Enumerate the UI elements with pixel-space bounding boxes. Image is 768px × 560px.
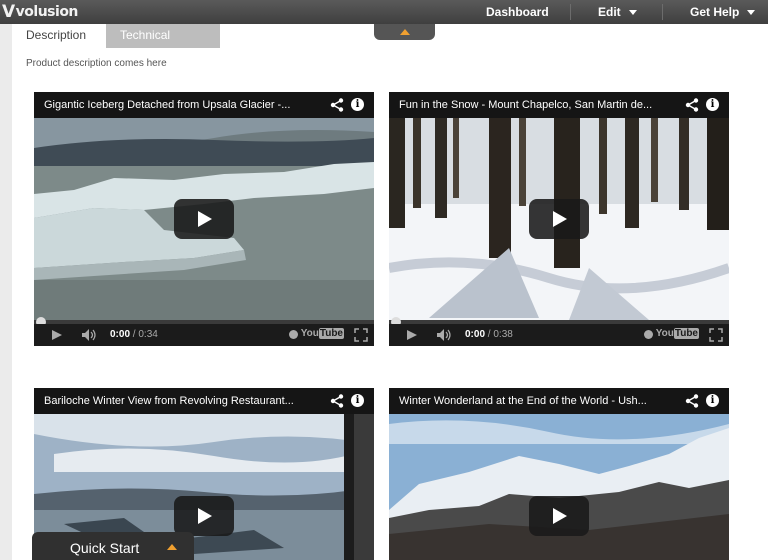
product-description: Product description comes here: [26, 58, 167, 69]
volume-icon[interactable]: [82, 329, 98, 341]
info-icon[interactable]: i: [351, 394, 364, 407]
video-title-bar: Winter Wonderland at the End of the Worl…: [389, 388, 729, 414]
video-player[interactable]: Gigantic Iceberg Detached from Upsala Gl…: [34, 92, 374, 346]
info-icon[interactable]: i: [706, 98, 719, 111]
share-icon[interactable]: [330, 98, 344, 112]
play-icon[interactable]: [52, 330, 62, 340]
fullscreen-icon[interactable]: [354, 328, 368, 342]
play-icon[interactable]: [529, 199, 589, 239]
play-icon[interactable]: [174, 496, 234, 536]
video-frame[interactable]: [389, 118, 729, 320]
volume-icon[interactable]: [437, 329, 453, 341]
video-frame[interactable]: [34, 118, 374, 320]
nav-dashboard[interactable]: Dashboard: [486, 0, 549, 24]
watch-later-icon[interactable]: [289, 330, 298, 339]
tab-description[interactable]: Description: [12, 24, 106, 48]
product-tabs: Description Technical Specs: [12, 24, 220, 64]
duration: / 0:38: [487, 329, 513, 340]
video-title[interactable]: Fun in the Snow - Mount Chapelco, San Ma…: [399, 92, 652, 118]
share-icon[interactable]: [685, 98, 699, 112]
video-player[interactable]: Fun in the Snow - Mount Chapelco, San Ma…: [389, 92, 729, 346]
video-player[interactable]: Winter Wonderland at the End of the Worl…: [389, 388, 729, 560]
toggle-header-tab[interactable]: [374, 24, 435, 40]
youtube-logo[interactable]: YouTube: [656, 328, 699, 339]
nav-divider: [570, 4, 571, 20]
play-icon[interactable]: [529, 496, 589, 536]
youtube-tube: Tube: [318, 328, 344, 339]
info-icon[interactable]: i: [706, 394, 719, 407]
v-logo-icon: V: [2, 2, 15, 22]
video-title-bar: Fun in the Snow - Mount Chapelco, San Ma…: [389, 92, 729, 118]
fullscreen-icon[interactable]: [709, 328, 723, 342]
caret-up-icon: [400, 29, 410, 35]
play-icon[interactable]: [174, 199, 234, 239]
current-time: 0:00: [465, 329, 486, 340]
share-icon[interactable]: [685, 394, 699, 408]
volusion-logo[interactable]: V volusion: [2, 2, 78, 22]
video-title-bar: Gigantic Iceberg Detached from Upsala Gl…: [34, 92, 374, 118]
caret-down-icon: [628, 9, 637, 15]
time-display: 0:00 / 0:34: [110, 329, 158, 340]
youtube-logo[interactable]: YouTube: [301, 328, 344, 339]
video-title[interactable]: Gigantic Iceberg Detached from Upsala Gl…: [44, 92, 290, 118]
caret-down-icon: [747, 9, 756, 15]
top-bar: V volusion Dashboard Edit Get Help: [0, 0, 768, 24]
play-icon[interactable]: [407, 330, 417, 340]
watch-later-icon[interactable]: [644, 330, 653, 339]
video-title-bar: Bariloche Winter View from Revolving Res…: [34, 388, 374, 414]
video-title[interactable]: Winter Wonderland at the End of the Worl…: [399, 388, 647, 414]
nav-get-help[interactable]: Get Help: [690, 0, 756, 24]
youtube-you: You: [655, 328, 674, 339]
share-icon[interactable]: [330, 394, 344, 408]
logo-text: volusion: [15, 4, 79, 20]
player-controls: 0:00 / 0:34 YouTube: [34, 324, 374, 346]
quick-start-label: Quick Start: [70, 540, 140, 556]
youtube-you: You: [300, 328, 319, 339]
current-time: 0:00: [110, 329, 131, 340]
quick-start-button[interactable]: Quick Start: [32, 532, 194, 560]
info-icon[interactable]: i: [351, 98, 364, 111]
video-frame[interactable]: [389, 414, 729, 560]
time-display: 0:00 / 0:38: [465, 329, 513, 340]
video-thumbnail: [389, 414, 729, 560]
video-title[interactable]: Bariloche Winter View from Revolving Res…: [44, 388, 294, 414]
nav-dashboard-label: Dashboard: [486, 5, 549, 19]
nav-help-label: Get Help: [690, 5, 740, 19]
nav-divider: [662, 4, 663, 20]
nav-edit-label: Edit: [598, 5, 621, 19]
youtube-tube: Tube: [673, 328, 699, 339]
duration: / 0:34: [132, 329, 158, 340]
tab-technical-specs[interactable]: Technical Specs: [106, 24, 220, 64]
player-controls: 0:00 / 0:38 YouTube: [389, 324, 729, 346]
caret-up-icon: [167, 544, 177, 550]
nav-edit[interactable]: Edit: [598, 0, 637, 24]
